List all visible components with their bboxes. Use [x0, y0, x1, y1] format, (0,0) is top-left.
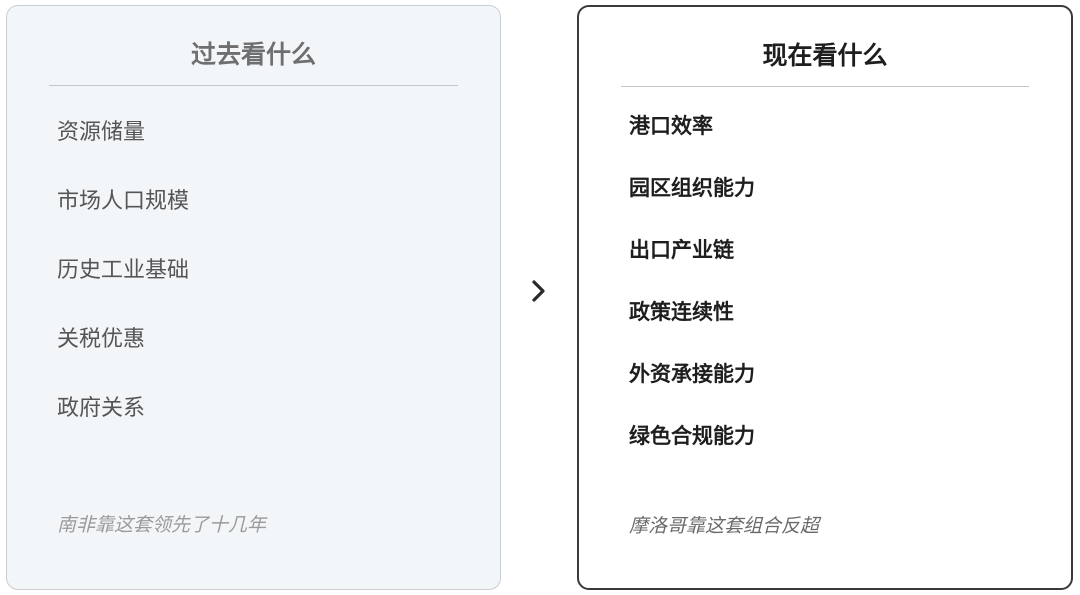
now-panel-divider — [621, 86, 1029, 87]
now-panel: 现在看什么 港口效率 园区组织能力 出口产业链 政策连续性 外资承接能力 绿色合… — [577, 5, 1073, 590]
now-item: 政策连续性 — [629, 300, 734, 324]
now-footnote: 摩洛哥靠这套组合反超 — [629, 515, 820, 537]
now-item: 绿色合规能力 — [629, 424, 755, 448]
past-item: 资源储量 — [57, 120, 146, 145]
past-item: 市场人口规模 — [57, 189, 190, 214]
now-item: 园区组织能力 — [629, 176, 755, 200]
now-panel-title: 现在看什么 — [762, 41, 888, 70]
past-item: 历史工业基础 — [57, 258, 190, 283]
now-item: 港口效率 — [629, 114, 713, 138]
past-panel: 过去看什么 资源储量 市场人口规模 历史工业基础 关税优惠 政府关系 南非靠这套… — [6, 5, 501, 590]
past-item: 关税优惠 — [57, 327, 146, 352]
past-panel-title: 过去看什么 — [190, 40, 316, 69]
now-item: 出口产业链 — [629, 238, 734, 262]
chevron-right-icon — [532, 280, 545, 302]
past-footnote: 南非靠这套领先了十几年 — [57, 514, 267, 536]
past-item: 政府关系 — [57, 396, 146, 421]
now-item: 外资承接能力 — [629, 362, 755, 386]
past-panel-divider — [49, 85, 458, 86]
